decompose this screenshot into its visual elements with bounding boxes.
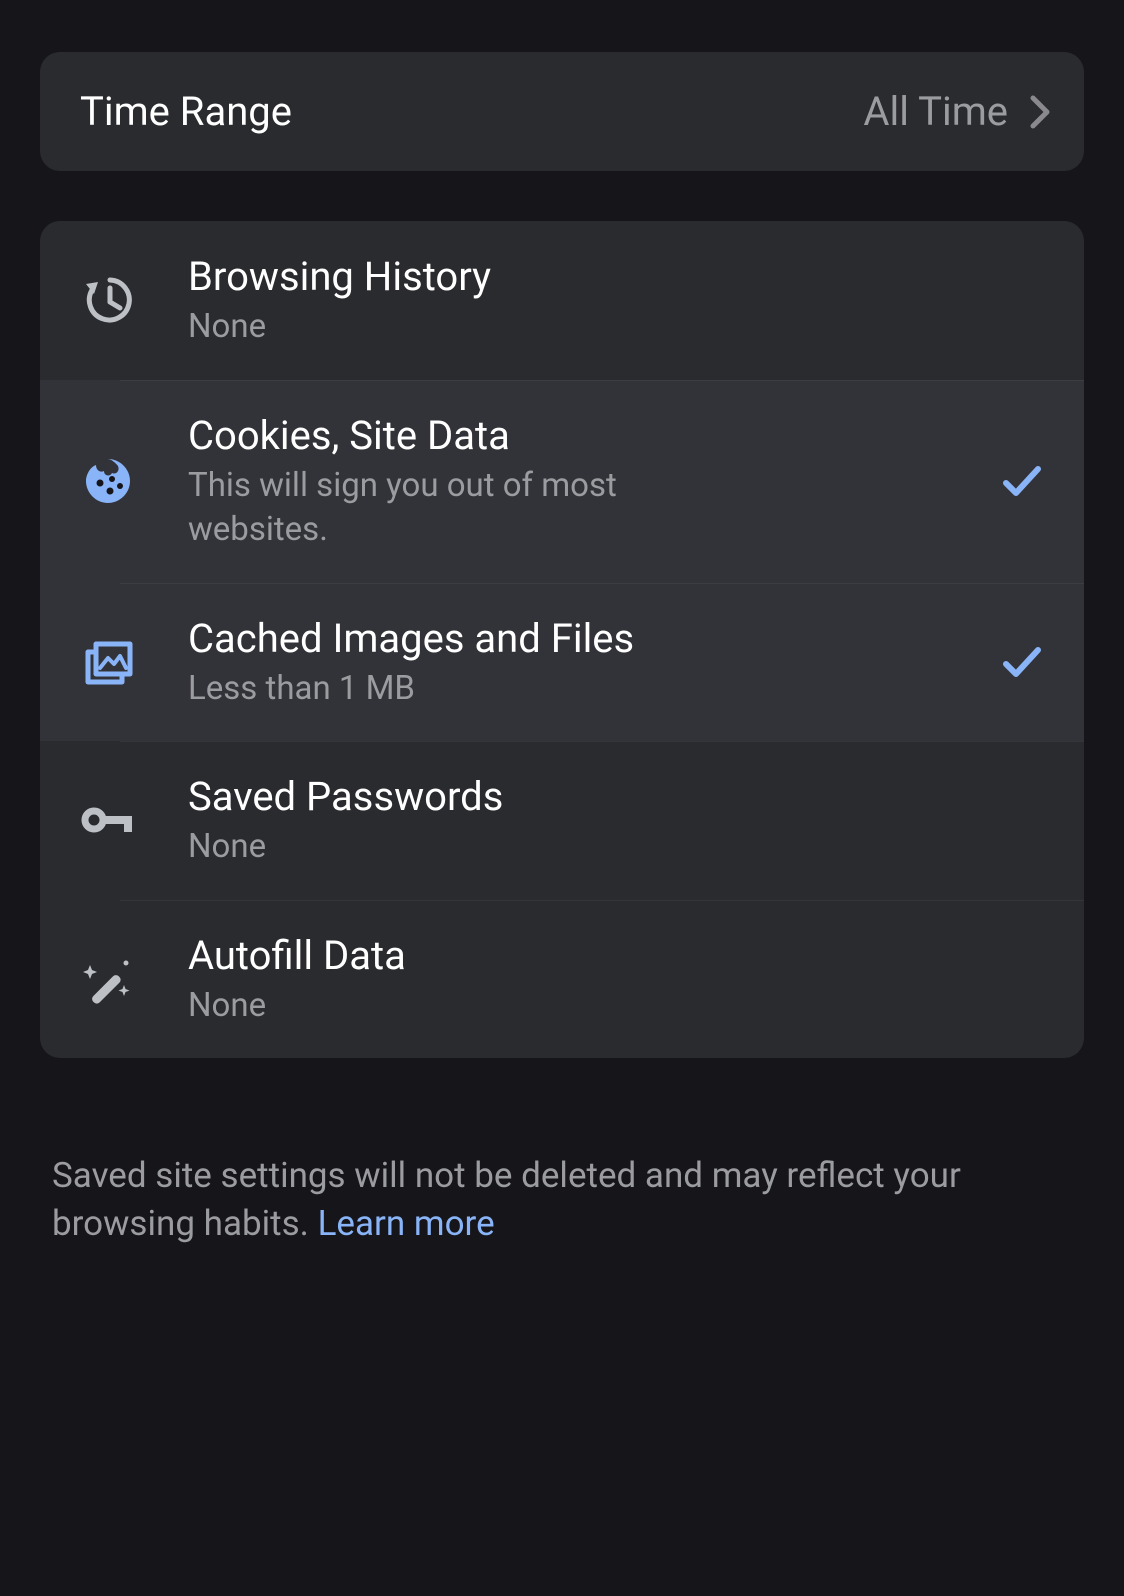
footer-note: Saved site settings will not be deleted … — [40, 1152, 1084, 1247]
time-range-row[interactable]: Time Range All Time — [40, 52, 1084, 171]
item-subtitle: This will sign you out of most websites. — [188, 464, 748, 553]
item-cached[interactable]: Cached Images and Files Less than 1 MB — [40, 583, 1084, 742]
item-title: Autofill Data — [188, 930, 1044, 982]
cached-images-icon — [80, 634, 136, 690]
item-passwords[interactable]: Saved Passwords None — [40, 741, 1084, 900]
item-title: Browsing History — [188, 251, 1044, 303]
item-subtitle: Less than 1 MB — [188, 667, 748, 712]
item-cookies[interactable]: Cookies, Site Data This will sign you ou… — [40, 380, 1084, 583]
clear-data-items: Browsing History None Cookies, Site Data… — [40, 221, 1084, 1058]
item-title: Cached Images and Files — [188, 613, 980, 665]
time-range-value-group: All Time — [863, 88, 1050, 135]
checkmark-icon — [1000, 640, 1044, 684]
item-autofill[interactable]: Autofill Data None — [40, 900, 1084, 1059]
item-subtitle: None — [188, 984, 748, 1029]
item-title: Saved Passwords — [188, 771, 1044, 823]
item-title: Cookies, Site Data — [188, 410, 980, 462]
cookie-icon — [80, 453, 136, 509]
key-icon — [80, 792, 136, 848]
footer-text: Saved site settings will not be deleted … — [52, 1155, 961, 1243]
magic-wand-icon — [80, 951, 136, 1007]
time-range-label: Time Range — [80, 88, 292, 135]
item-subtitle: None — [188, 825, 748, 870]
time-range-value: All Time — [863, 88, 1008, 135]
item-browsing-history[interactable]: Browsing History None — [40, 221, 1084, 380]
item-subtitle: None — [188, 305, 748, 350]
chevron-right-icon — [1030, 95, 1050, 129]
history-icon — [80, 272, 136, 328]
checkmark-icon — [1000, 459, 1044, 503]
learn-more-link[interactable]: Learn more — [318, 1203, 495, 1244]
